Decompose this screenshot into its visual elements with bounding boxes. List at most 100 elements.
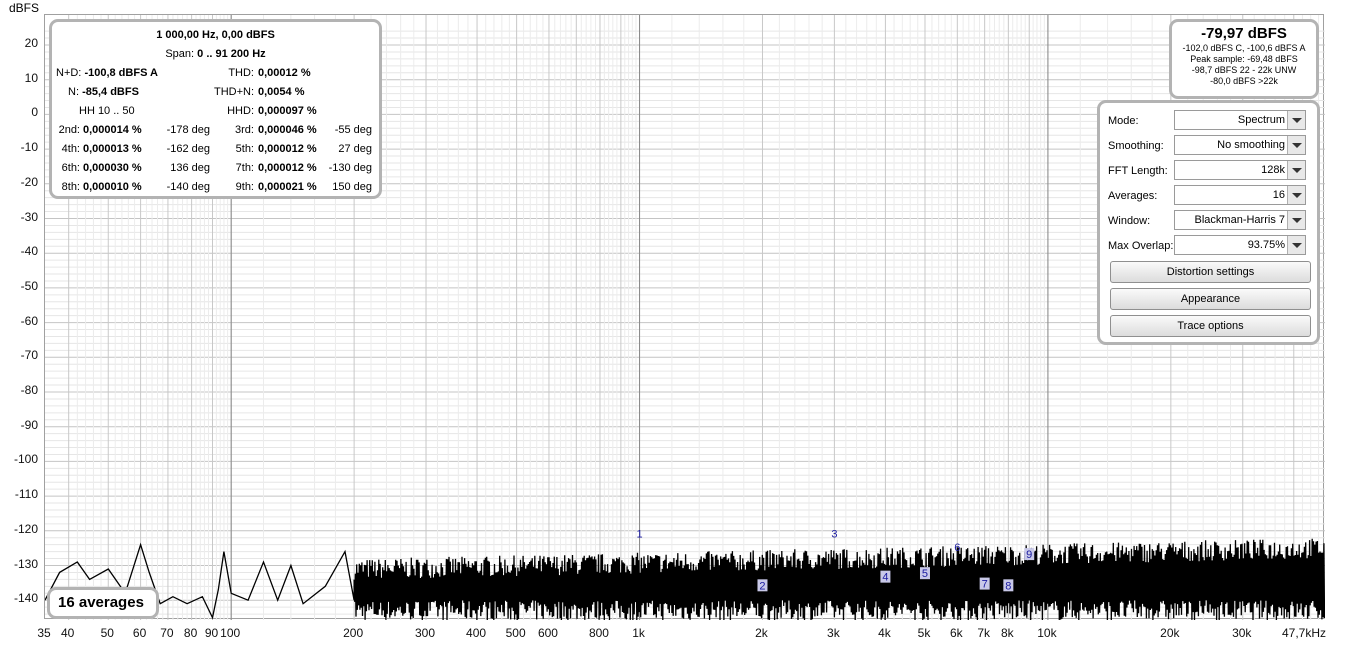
window-label: Window: — [1108, 215, 1151, 227]
smoothing-row: Smoothing: No smoothing — [1108, 135, 1313, 157]
window-select-value: Blackman-Harris 7 — [1194, 214, 1285, 226]
harmonic-marker-6[interactable]: 6 — [954, 542, 960, 554]
harmonic-value-6: 0,000030 % — [83, 162, 142, 174]
max-overlap-select-value: 93.75% — [1247, 239, 1285, 251]
y-tick-label: 10 — [24, 70, 38, 85]
fft-length-label: FFT Length: — [1108, 165, 1168, 177]
y-tick-label: -90 — [20, 417, 38, 432]
fft-length-select[interactable]: 128k — [1174, 160, 1306, 180]
smoothing-select-value: No smoothing — [1217, 139, 1285, 151]
x-tick-label: 600 — [537, 626, 558, 640]
distortion-settings-button[interactable]: Distortion settings — [1110, 261, 1311, 283]
harmonic-marker-2[interactable]: 2 — [759, 580, 765, 592]
above-22k-level-line: -80,0 dBFS >22k — [1210, 76, 1278, 86]
max-overlap-row: Max Overlap: 93.75% — [1108, 235, 1313, 257]
harmonic-marker-9[interactable]: 9 — [1026, 549, 1032, 561]
harmonic-label-7: 7th: — [235, 162, 254, 174]
chevron-down-icon[interactable] — [1287, 211, 1305, 229]
thd-label: THD: — [228, 67, 254, 79]
y-tick-label: -30 — [20, 209, 38, 224]
chevron-down-icon[interactable] — [1287, 236, 1305, 254]
averages-label: Averages: — [1108, 190, 1158, 202]
harmonic-phase-9: 150 deg — [332, 181, 372, 193]
x-tick-label: 2k — [755, 626, 768, 640]
x-tick-label: 300 — [415, 626, 436, 640]
harmonic-label-3: 3rd: — [235, 124, 254, 136]
chevron-down-icon[interactable] — [1287, 186, 1305, 204]
harmonic-value-8: 0,000010 % — [83, 181, 142, 193]
thd-value: 0,00012 % — [258, 67, 311, 79]
x-tick-label: 10k — [1037, 626, 1057, 640]
nd-label: N+D: — [56, 67, 82, 79]
x-tick-label: 400 — [466, 626, 487, 640]
harmonic-marker-5[interactable]: 5 — [922, 568, 928, 580]
window-row: Window: Blackman-Harris 7 — [1108, 210, 1313, 232]
harmonic-label-4: 4th: — [61, 143, 80, 155]
x-tick-label: 8k — [1000, 626, 1014, 640]
y-tick-label: 20 — [24, 36, 38, 50]
harmonic-marker-8[interactable]: 8 — [1005, 580, 1011, 592]
trace-options-button[interactable]: Trace options — [1110, 315, 1311, 337]
n-row: N: -85,4 dBFS — [68, 86, 139, 98]
span-row: Span: 0 .. 91 200 Hz — [52, 48, 379, 60]
averages-select-value: 16 — [1272, 189, 1285, 201]
harmonic-value-4: 0,000013 % — [83, 143, 142, 155]
measurement-panel[interactable]: 1 000,00 Hz, 0,00 dBFS Span: 0 .. 91 200… — [49, 19, 382, 199]
x-tick-label: 6k — [949, 626, 963, 640]
appearance-button[interactable]: Appearance — [1110, 288, 1311, 310]
hhd-value: 0,000097 % — [258, 105, 317, 117]
mode-select[interactable]: Spectrum — [1174, 110, 1306, 130]
x-tick-label: 30k — [1232, 626, 1252, 640]
harmonic-marker-3[interactable]: 3 — [831, 528, 837, 540]
nd-value: -100,8 dBFS A — [84, 67, 158, 79]
chevron-down-icon[interactable] — [1287, 136, 1305, 154]
harmonic-marker-7[interactable]: 7 — [982, 579, 988, 591]
span-value: 0 .. 91 200 Hz — [197, 48, 266, 60]
x-tick-label: 60 — [132, 626, 147, 640]
thdn-value: 0,0054 % — [258, 86, 305, 98]
level-readout-panel: -79,97 dBFS -102,0 dBFS C, -100,6 dBFS A… — [1169, 19, 1319, 99]
fft-length-select-value: 128k — [1261, 164, 1285, 176]
y-tick-label: -110 — [14, 487, 38, 502]
averages-select[interactable]: 16 — [1174, 185, 1306, 205]
smoothing-label: Smoothing: — [1108, 140, 1164, 152]
x-tick-label: 7k — [977, 626, 990, 640]
peak-sample-line: Peak sample: -69,48 dBFS — [1190, 54, 1298, 64]
harmonic-marker-1[interactable]: 1 — [636, 528, 642, 540]
weighted-level-line: -102,0 dBFS C, -100,6 dBFS A — [1182, 43, 1306, 53]
chevron-down-icon[interactable] — [1287, 161, 1305, 179]
x-tick-label: 20k — [1160, 626, 1180, 640]
x-tick-label: 800 — [588, 626, 609, 640]
y-tick-label: -140 — [13, 591, 38, 606]
harmonic-value-5: 0,000012 % — [258, 143, 317, 155]
y-tick-label: 0 — [31, 105, 38, 120]
x-tick-label: 3k — [827, 626, 840, 640]
harmonic-marker-4[interactable]: 4 — [882, 572, 888, 584]
x-tick-label: 35 — [37, 626, 51, 640]
harmonic-label-9: 9th: — [235, 181, 254, 193]
y-tick-label: -60 — [20, 313, 38, 328]
x-tick-label: 4k — [878, 626, 891, 640]
hhd-label: HHD: — [227, 105, 254, 117]
mode-row: Mode: Spectrum — [1108, 110, 1313, 132]
x-tick-label: 50 — [100, 626, 114, 640]
smoothing-select[interactable]: No smoothing — [1174, 135, 1306, 155]
rms-level-value: -79,97 dBFS — [1201, 25, 1287, 42]
window-select[interactable]: Blackman-Harris 7 — [1174, 210, 1306, 230]
harmonic-phase-7: -130 deg — [328, 162, 372, 174]
y-tick-label: -40 — [20, 244, 38, 259]
x-tick-label: 40 — [60, 626, 75, 640]
max-overlap-select[interactable]: 93.75% — [1174, 235, 1306, 255]
mode-label: Mode: — [1108, 115, 1139, 127]
y-tick-label: -10 — [20, 140, 38, 155]
y-axis-unit-label: dBFS — [9, 1, 40, 15]
x-tick-label: 90 — [204, 626, 219, 640]
x-tick-label: 500 — [505, 626, 526, 640]
chevron-down-icon[interactable] — [1287, 111, 1305, 129]
harmonic-phase-3: -55 deg — [334, 124, 372, 136]
y-tick-label: -20 — [20, 174, 38, 189]
fundamental-header: 1 000,00 Hz, 0,00 dBFS — [156, 29, 275, 41]
y-tick-label: -80 — [20, 383, 38, 397]
x-tick-label: 1k — [632, 626, 645, 640]
harmonic-value-2: 0,000014 % — [83, 124, 142, 136]
